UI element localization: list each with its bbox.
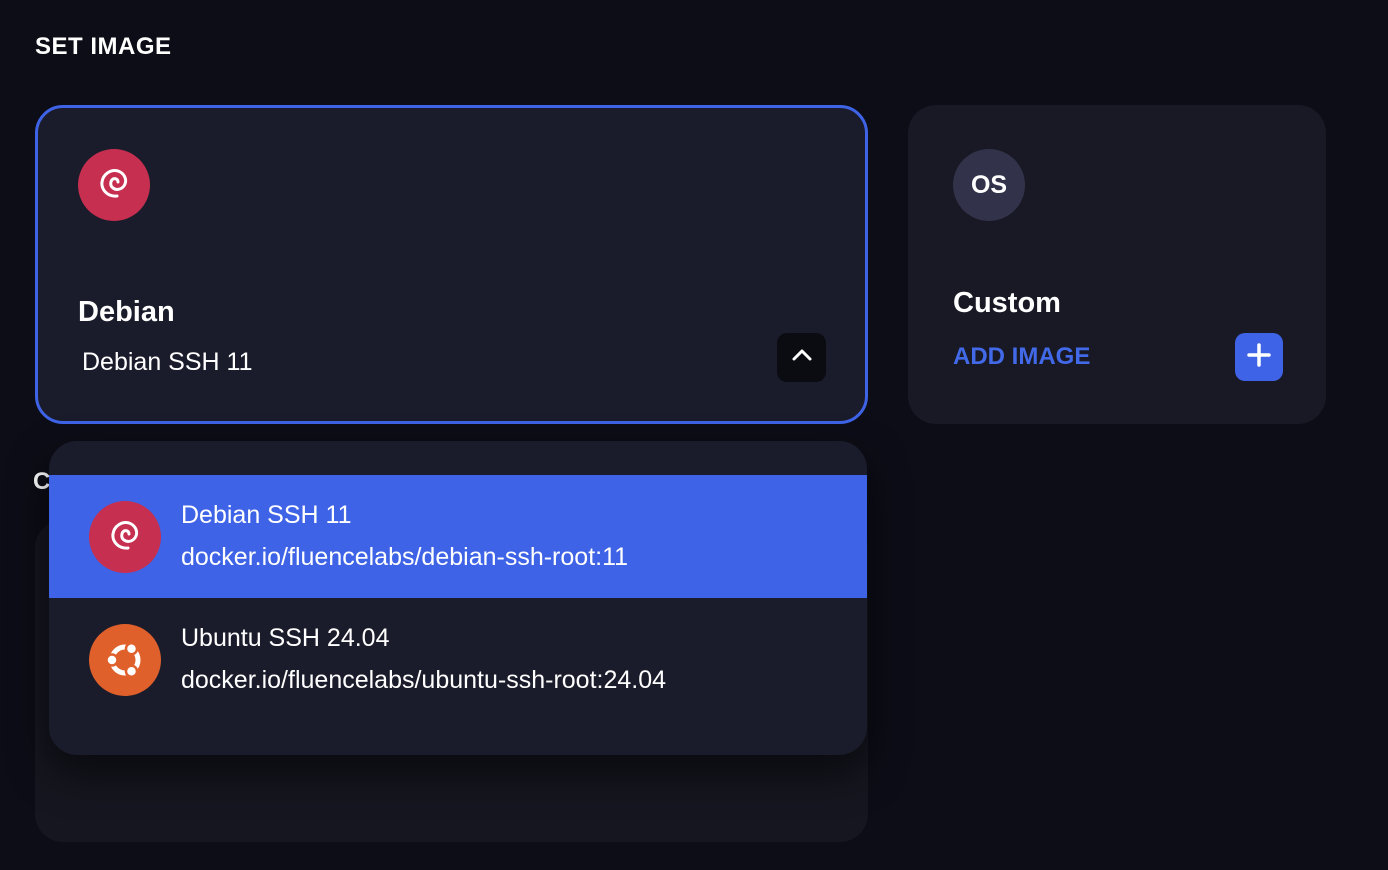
option-name: Ubuntu SSH 24.04 — [181, 624, 390, 652]
plus-icon — [1246, 342, 1272, 373]
add-image-link[interactable]: ADD IMAGE — [953, 343, 1090, 371]
option-image-path: docker.io/fluencelabs/debian-ssh-root:11 — [181, 543, 629, 571]
os-badge-text: OS — [970, 170, 1008, 199]
debian-logo-icon — [89, 501, 161, 573]
selected-image-card[interactable]: Debian Debian SSH 11 — [35, 105, 868, 424]
collapse-dropdown-button[interactable] — [777, 333, 826, 382]
next-section-title: C — [33, 468, 51, 495]
custom-image-title: Custom — [953, 287, 1061, 319]
dropdown-option-debian[interactable]: Debian SSH 11 docker.io/fluencelabs/debi… — [49, 475, 867, 598]
selected-image-title: Debian — [78, 296, 175, 328]
dropdown-option-ubuntu[interactable]: Ubuntu SSH 24.04 docker.io/fluencelabs/u… — [49, 598, 867, 721]
os-badge: OS — [953, 149, 1025, 221]
selected-image-version: Debian SSH 11 — [82, 348, 253, 376]
section-title: SET IMAGE — [35, 33, 172, 60]
image-dropdown-menu: Debian SSH 11 docker.io/fluencelabs/debi… — [49, 441, 867, 755]
option-name: Debian SSH 11 — [181, 501, 352, 529]
custom-image-card[interactable]: OS Custom ADD IMAGE — [908, 105, 1326, 424]
chevron-up-icon — [790, 343, 814, 372]
option-image-path: docker.io/fluencelabs/ubuntu-ssh-root:24… — [181, 666, 667, 694]
add-image-button[interactable] — [1235, 333, 1283, 381]
debian-logo-icon — [78, 149, 150, 221]
ubuntu-logo-icon — [89, 624, 161, 696]
